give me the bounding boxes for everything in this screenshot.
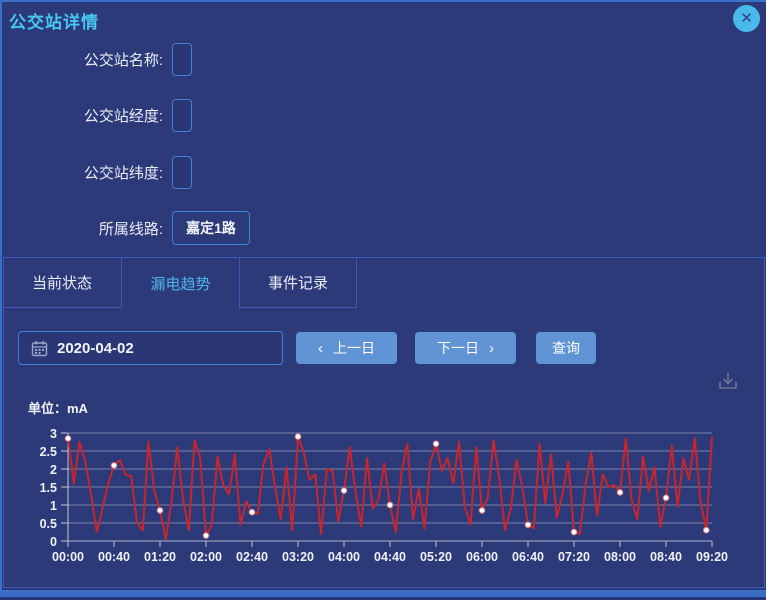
svg-text:0.5: 0.5 (40, 517, 57, 531)
latitude-input[interactable] (172, 156, 192, 189)
svg-text:04:00: 04:00 (328, 550, 360, 564)
route-label: 所属线路: (8, 218, 163, 239)
tabbar: 当前状态 漏电趋势 事件记录 (3, 258, 357, 308)
page-title: 公交站详情 (9, 8, 99, 33)
svg-text:00:00: 00:00 (52, 550, 84, 564)
next-day-button[interactable]: 下一日 › (415, 332, 516, 364)
leakage-chart: 单位：mA 00.511.522.5300:0000:4001:2002:000… (0, 396, 766, 580)
svg-text:07:20: 07:20 (558, 550, 590, 564)
prev-day-button[interactable]: ‹ 上一日 (296, 332, 397, 364)
svg-text:00:40: 00:40 (98, 550, 130, 564)
chart-unit-label: 单位：mA (28, 398, 88, 417)
prev-day-label: 上一日 (333, 338, 375, 358)
calendar-icon (31, 340, 48, 357)
svg-text:01:20: 01:20 (144, 550, 176, 564)
svg-text:2: 2 (50, 463, 57, 477)
svg-text:06:00: 06:00 (466, 550, 498, 564)
svg-text:06:40: 06:40 (512, 550, 544, 564)
chevron-right-icon: › (489, 341, 494, 356)
date-value: 2020-04-02 (57, 340, 134, 357)
tab-current-status[interactable]: 当前状态 (3, 258, 122, 308)
svg-text:1: 1 (50, 499, 57, 513)
query-button[interactable]: 查询 (536, 332, 596, 364)
svg-text:08:40: 08:40 (650, 550, 682, 564)
longitude-label: 公交站经度: (8, 105, 163, 126)
latitude-label: 公交站纬度: (8, 162, 163, 183)
longitude-input[interactable] (172, 99, 192, 132)
svg-text:3: 3 (50, 427, 57, 441)
query-label: 查询 (552, 338, 580, 358)
svg-text:1.5: 1.5 (40, 481, 57, 495)
frame-top (0, 0, 766, 2)
download-button[interactable] (716, 369, 740, 393)
route-tag-button[interactable]: 嘉定1路 (172, 211, 250, 245)
leakage-chart-svg: 0 0.5 1 1.5 2 2.5 3 00:00 00:40 01:20 02:00 02:40 03… (0, 396, 766, 580)
svg-text:03:20: 03:20 (282, 550, 314, 564)
svg-text:05:20: 05:20 (420, 550, 452, 564)
svg-text:09:20: 09:20 (696, 550, 728, 564)
svg-text:08:00: 08:00 (604, 550, 636, 564)
close-button[interactable]: ✕ (733, 5, 760, 32)
svg-text:0: 0 (50, 535, 57, 549)
svg-text:04:40: 04:40 (374, 550, 406, 564)
station-name-input[interactable] (172, 43, 192, 76)
date-picker[interactable]: 2020-04-02 (18, 331, 283, 365)
frame-bottom-band (0, 590, 766, 597)
station-name-label: 公交站名称: (8, 49, 163, 70)
download-icon (716, 369, 740, 393)
svg-text:02:40: 02:40 (236, 550, 268, 564)
svg-text:2.5: 2.5 (40, 445, 57, 459)
tab-leakage-trend[interactable]: 漏电趋势 (122, 258, 240, 308)
svg-text:02:00: 02:00 (190, 550, 222, 564)
tab-event-log[interactable]: 事件记录 (240, 258, 357, 308)
close-icon: ✕ (740, 11, 753, 26)
chevron-left-icon: ‹ (318, 341, 323, 356)
next-day-label: 下一日 (437, 338, 479, 358)
